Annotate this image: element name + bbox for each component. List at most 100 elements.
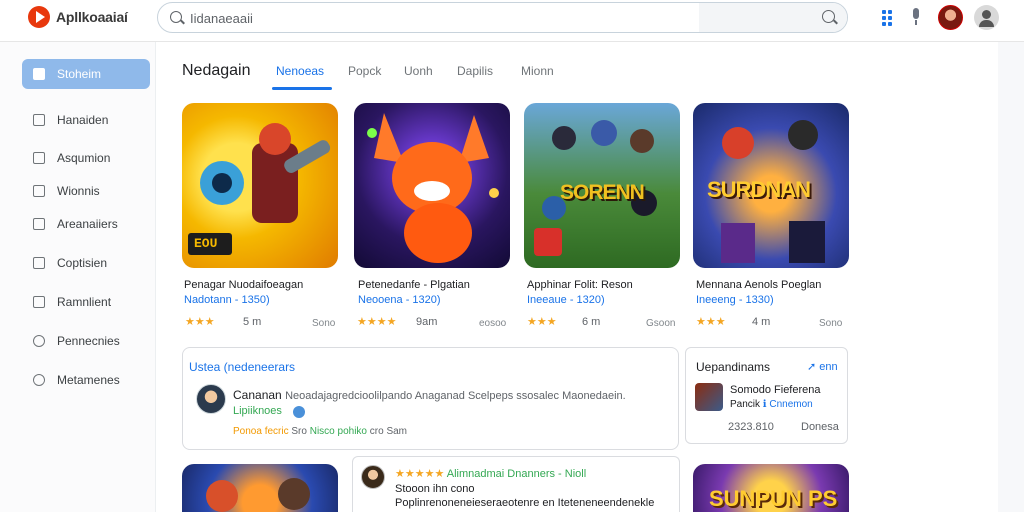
tab-0[interactable]: Nenoeas	[276, 64, 324, 78]
review-line: Cananan Neoadajagredcioolilpando Anagana…	[233, 388, 626, 402]
comment-meta: Stooon ihn cono	[395, 483, 475, 495]
sidebar-item-label: Coptisien	[57, 256, 108, 270]
app-card-subtitle: Neooena - 1320)	[358, 294, 441, 306]
download-count: eosoo	[479, 318, 507, 329]
app-card-title[interactable]: Penagar Nuodaifoeagan	[184, 279, 303, 291]
sidebar-item-label: Hanaiden	[57, 113, 109, 127]
folder-icon	[33, 257, 45, 269]
app-size: 6 m	[582, 316, 601, 328]
sidebar-item-1[interactable]: Hanaiden	[22, 105, 150, 135]
sidebar-item-7[interactable]: Pennecnies	[22, 326, 150, 356]
app-card-subtitle: Nadotann - 1350)	[184, 294, 270, 306]
review-tag[interactable]: Lipiiknoes	[233, 405, 282, 417]
tab-2[interactable]: Uonh	[404, 64, 433, 78]
tab-3[interactable]: Dapilis	[457, 64, 493, 78]
app-card-image[interactable]	[354, 103, 510, 268]
review-meta-tail1: cro	[369, 426, 384, 437]
app-size: 9am	[416, 316, 438, 328]
active-tab-indicator	[272, 87, 332, 90]
game-art-text: SORENN	[560, 181, 645, 204]
app-title[interactable]: Apllkoaaiaí	[56, 9, 128, 25]
account-icon[interactable]	[974, 5, 999, 30]
sidebar-item-label: Asqumion	[57, 151, 111, 165]
verified-icon	[293, 406, 305, 418]
side-panel-title[interactable]: Somodo Fieferena	[730, 384, 821, 396]
download-count: Sono	[312, 318, 336, 329]
side-panel-subtitle: Pancik ℹ Cnnemon	[730, 399, 813, 410]
sidebar-item-label: Pennecnies	[57, 334, 120, 348]
home-icon	[33, 68, 45, 80]
review-meta: Ponoa fecric Sro Nisco pohiko cro Sam	[233, 426, 407, 437]
game-art-illustration	[206, 478, 310, 512]
review-meta-rating: Ponoa fecric	[233, 426, 289, 437]
sidebar-item-4[interactable]: Areanaiiers	[22, 209, 150, 239]
reviewer-avatar[interactable]	[196, 384, 226, 414]
app-card-subtitle: Ineeeng - 1330)	[696, 294, 774, 306]
chat-icon	[33, 335, 45, 347]
review-heading[interactable]: Ustea (nedeneerars	[189, 360, 295, 374]
game-art-illustration	[367, 113, 499, 263]
app-card-title[interactable]: Petenedanfe - Plgatian	[358, 279, 470, 291]
app-card-image[interactable]: SURDNAN	[693, 103, 849, 268]
game-art-text: EOU	[194, 236, 218, 251]
sidebar-item-label: Areanaiiers	[57, 217, 118, 231]
apps-grid-icon[interactable]	[882, 10, 892, 26]
comment-card: ★★★★★ Alimnadmai Dnanners - Nioll Stooon…	[352, 456, 680, 512]
sidebar-item-8[interactable]: Metamenes	[22, 365, 150, 395]
app-size: 5 m	[243, 316, 262, 328]
app-card-image[interactable]	[182, 464, 338, 512]
sidebar-item-label: Ramnlient	[57, 295, 112, 309]
review-meta-green1[interactable]: Nisco	[310, 426, 335, 437]
search-icon	[170, 11, 182, 23]
sidebar-item-6[interactable]: Ramnlient	[22, 287, 150, 317]
side-panel-action[interactable]: Donesa	[801, 421, 839, 433]
rating-stars: ★★★	[185, 316, 215, 328]
rating-stars: ★★★	[527, 316, 557, 328]
top-bar: Apllkoaaiaí	[0, 0, 1024, 42]
review-meta-green2[interactable]: pohiko	[338, 426, 367, 437]
sidebar-item-label: Wionnis	[57, 184, 100, 198]
tab-4[interactable]: Mionn	[521, 64, 554, 78]
search-submit-icon[interactable]	[822, 10, 835, 23]
app-size: 4 m	[752, 316, 771, 328]
commenter-avatar[interactable]	[361, 465, 385, 489]
download-count: Gsoon	[646, 318, 676, 329]
sidebar-item-0[interactable]: Stoheim	[22, 59, 150, 89]
side-panel-link[interactable]: ➚ enn	[807, 360, 838, 373]
people-icon	[33, 185, 45, 197]
comment-stars: ★★★★★	[395, 468, 445, 480]
comment-author[interactable]: Alimnadmai Dnanners - Nioll	[447, 468, 586, 480]
app-card-title[interactable]: Apphinar Folit: Reson	[527, 279, 633, 291]
review-panel: Ustea (nedeneerars Cananan Neoadajagredc…	[182, 347, 679, 450]
microphone-icon[interactable]	[911, 8, 921, 26]
app-card-title[interactable]: Mennana Aenols Poeglan	[696, 279, 821, 291]
app-card-image[interactable]: EOU	[182, 103, 338, 268]
review-meta-label: Sro	[291, 426, 307, 437]
sidebar-item-3[interactable]: Wionnis	[22, 176, 150, 206]
sidebar-item-5[interactable]: Coptisien	[22, 248, 150, 278]
side-panel: Uepandinams ➚ enn Somodo Fieferena Panci…	[685, 347, 848, 444]
search-input[interactable]	[190, 9, 690, 27]
app-logo-icon[interactable]	[28, 6, 50, 28]
sidebar-item-label: Stoheim	[57, 67, 102, 81]
tab-1[interactable]: Popck	[348, 64, 381, 78]
reviewer-name[interactable]: Cananan	[233, 388, 282, 402]
side-panel-thumbnail[interactable]	[695, 383, 723, 411]
search-bar[interactable]	[157, 2, 848, 33]
game-art-text: SUNPUN PS	[709, 486, 838, 511]
user-avatar[interactable]	[938, 5, 963, 30]
app-card-image[interactable]: SORENN	[524, 103, 680, 268]
right-scroll-gutter	[998, 42, 1024, 512]
sidebar-item-2[interactable]: Asqumion	[22, 143, 150, 173]
review-meta-tail2: Sam	[386, 426, 408, 437]
app-card-image[interactable]: SUNPUN PS	[693, 464, 849, 512]
search-submit-area[interactable]	[699, 3, 847, 32]
download-count: Sono	[819, 318, 843, 329]
side-panel-count: 2323.810	[728, 421, 774, 433]
tag-icon	[33, 152, 45, 164]
book-icon	[33, 296, 45, 308]
side-panel-heading: Uepandinams	[696, 360, 771, 374]
comment-header: ★★★★★ Alimnadmai Dnanners - Nioll	[395, 467, 586, 480]
comment-text: Poplinrenoneneieseraeotenre en Itetenene…	[395, 497, 655, 509]
rating-stars: ★★★	[696, 316, 726, 328]
